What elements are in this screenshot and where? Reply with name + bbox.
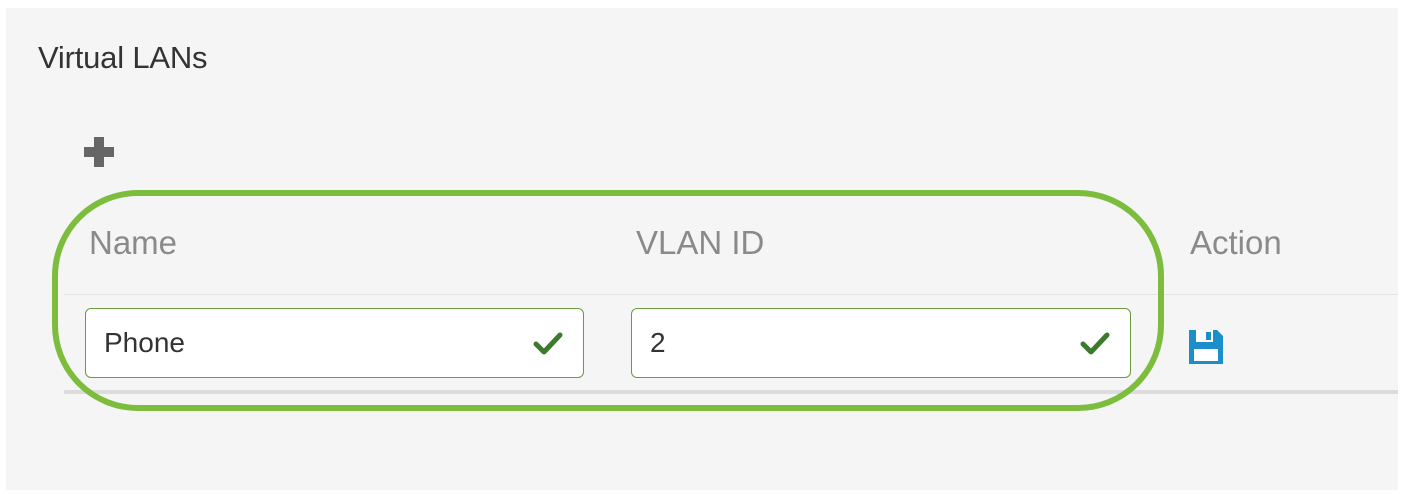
table-header-divider — [64, 294, 1398, 295]
page-title: Virtual LANs — [38, 40, 208, 75]
column-header-vlan-id: VLAN ID — [636, 224, 765, 261]
column-header-action: Action — [1190, 224, 1282, 261]
vlan-id-input[interactable] — [650, 309, 1068, 377]
floppy-disk-icon — [1189, 330, 1223, 364]
vlan-name-field-wrapper — [85, 308, 584, 378]
check-icon — [533, 332, 563, 355]
plus-icon — [84, 137, 114, 167]
check-icon — [1080, 332, 1110, 355]
column-header-name: Name — [89, 224, 178, 261]
vlan-name-input[interactable] — [104, 309, 521, 377]
save-vlan-button[interactable] — [1186, 327, 1226, 367]
vlan-id-field-wrapper — [631, 308, 1131, 378]
add-vlan-button[interactable] — [78, 132, 120, 172]
table-row-bottom-border — [64, 390, 1398, 394]
